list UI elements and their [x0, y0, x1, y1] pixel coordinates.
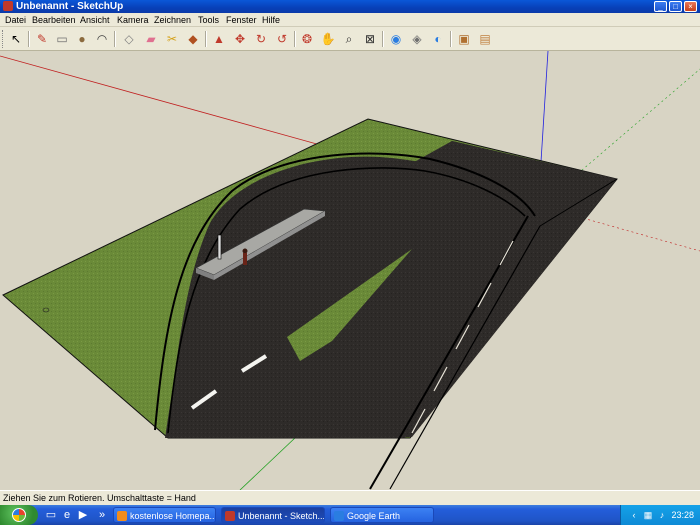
menu-fenster[interactable]: Fenster	[226, 13, 257, 27]
task-sketchup[interactable]: Unbenannt - Sketch...	[221, 507, 325, 523]
get-models-icon: ▣	[458, 32, 470, 46]
sketchup-task-icon	[225, 511, 235, 521]
zoom-extents-icon: ⊠	[364, 32, 376, 46]
rotate-icon: ↻	[255, 32, 267, 46]
make-component-tool-button[interactable]: ◇	[120, 30, 138, 48]
tape-measure-tool-button[interactable]: ✂	[163, 30, 181, 48]
status-hint: Ziehen Sie zum Rotieren. Umschalttaste =…	[3, 493, 196, 503]
quick-launch-chevron-icon[interactable]: »	[95, 508, 109, 522]
orbit-icon: ❂	[301, 32, 313, 46]
get-current-view-icon: ◉	[390, 32, 402, 46]
task-google-earth[interactable]: Google Earth	[330, 507, 434, 523]
toolbar-separator	[114, 31, 116, 47]
select-icon: ↖	[10, 32, 22, 46]
circle-tool-button[interactable]: ●	[73, 30, 91, 48]
arc-icon: ◠	[96, 32, 108, 46]
toolbar-separator	[450, 31, 452, 47]
place-model-icon: ◐	[434, 32, 442, 46]
title-bar[interactable]: Unbenannt - SketchUp _ □ ×	[0, 0, 700, 13]
window-title: Unbenannt - SketchUp	[16, 1, 124, 12]
move-tool-button[interactable]: ✥	[231, 30, 249, 48]
system-tray: ‹ ▦ ♪ 23:28	[620, 505, 700, 525]
push-pull-icon: ▲	[213, 32, 225, 46]
move-icon: ✥	[234, 32, 246, 46]
menu-zeichnen[interactable]: Zeichnen	[154, 13, 191, 27]
get-current-view-tool-button[interactable]: ◉	[387, 30, 405, 48]
make-component-icon: ◇	[124, 32, 134, 46]
task-homepage[interactable]: kostenlose Homepa...	[113, 507, 216, 523]
menu-hilfe[interactable]: Hilfe	[262, 13, 280, 27]
eraser-icon: ▰	[146, 32, 156, 46]
task-label: Google Earth	[347, 511, 401, 521]
google-earth-task-icon	[334, 511, 344, 521]
paint-bucket-tool-button[interactable]: ◆	[184, 30, 202, 48]
place-model-tool-button[interactable]: ◐	[429, 30, 447, 48]
main-toolbar: ↖ ✎ ▭ ● ◠ ◇ ▰ ✂ ◆ ▲ ✥ ↻ ↺ ❂ ✋ ⌕ ⊠ ◉ ◈ ◐ …	[0, 27, 700, 51]
media-player-icon[interactable]: ▶	[76, 508, 90, 522]
eraser-tool-button[interactable]: ▰	[142, 30, 160, 48]
menu-bar: Datei Bearbeiten Ansicht Kamera Zeichnen…	[0, 13, 700, 27]
internet-explorer-icon[interactable]: e	[60, 508, 74, 522]
network-icon[interactable]: ▦	[643, 510, 653, 520]
menu-kamera[interactable]: Kamera	[117, 13, 149, 27]
tray-expand-icon[interactable]: ‹	[629, 510, 639, 520]
start-button[interactable]	[0, 505, 38, 525]
toggle-terrain-tool-button[interactable]: ◈	[408, 30, 426, 48]
get-models-tool-button[interactable]: ▣	[455, 30, 473, 48]
sketchup-app-icon	[3, 1, 13, 11]
offset-icon: ↺	[276, 32, 288, 46]
browser-task-icon	[117, 511, 127, 521]
circle-icon: ●	[78, 32, 86, 46]
rectangle-icon: ▭	[56, 32, 68, 46]
person-body	[243, 253, 247, 265]
volume-icon[interactable]: ♪	[657, 510, 667, 520]
pan-tool-button[interactable]: ✋	[319, 30, 337, 48]
post	[217, 234, 222, 260]
menu-tools[interactable]: Tools	[198, 13, 219, 27]
tape-measure-icon: ✂	[166, 32, 178, 46]
rectangle-tool-button[interactable]: ▭	[53, 30, 71, 48]
orbit-tool-button[interactable]: ❂	[298, 30, 316, 48]
clock[interactable]: 23:28	[671, 505, 694, 525]
offset-tool-button[interactable]: ↺	[273, 30, 291, 48]
toolbar-grip[interactable]	[2, 30, 5, 48]
menu-bearbeiten[interactable]: Bearbeiten	[32, 13, 76, 27]
status-bar: Ziehen Sie zum Rotieren. Umschalttaste =…	[0, 490, 700, 505]
maximize-button[interactable]: □	[669, 1, 682, 12]
arc-tool-button[interactable]: ◠	[93, 30, 111, 48]
paint-bucket-icon: ◆	[188, 32, 198, 46]
toolbar-separator	[205, 31, 207, 47]
toggle-terrain-icon: ◈	[412, 32, 422, 46]
show-desktop-icon[interactable]: ▭	[44, 508, 58, 522]
select-tool-button[interactable]: ↖	[7, 30, 25, 48]
rotate-tool-button[interactable]: ↻	[252, 30, 270, 48]
share-model-icon: ▤	[479, 32, 491, 46]
share-model-tool-button[interactable]: ▤	[476, 30, 494, 48]
close-button[interactable]: ×	[684, 1, 697, 12]
pencil-icon: ✎	[36, 32, 48, 46]
pan-icon: ✋	[320, 32, 336, 46]
menu-ansicht[interactable]: Ansicht	[80, 13, 110, 27]
windows-taskbar: ▭ e ▶ » kostenlose Homepa... Unbenannt -…	[0, 505, 700, 525]
zoom-icon: ⌕	[345, 32, 353, 46]
task-label: Unbenannt - Sketch...	[238, 511, 325, 521]
menu-datei[interactable]: Datei	[5, 13, 26, 27]
person-head	[242, 248, 248, 254]
task-label: kostenlose Homepa...	[130, 511, 216, 521]
windows-logo-icon	[12, 508, 26, 522]
toolbar-separator	[382, 31, 384, 47]
push-pull-tool-button[interactable]: ▲	[210, 30, 228, 48]
zoom-tool-button[interactable]: ⌕	[340, 30, 358, 48]
pencil-tool-button[interactable]: ✎	[33, 30, 51, 48]
scene-canvas	[0, 51, 700, 490]
model-viewport[interactable]	[0, 51, 700, 490]
toolbar-separator	[294, 31, 296, 47]
zoom-extents-tool-button[interactable]: ⊠	[361, 30, 379, 48]
toolbar-separator	[28, 31, 30, 47]
minimize-button[interactable]: _	[654, 1, 667, 12]
